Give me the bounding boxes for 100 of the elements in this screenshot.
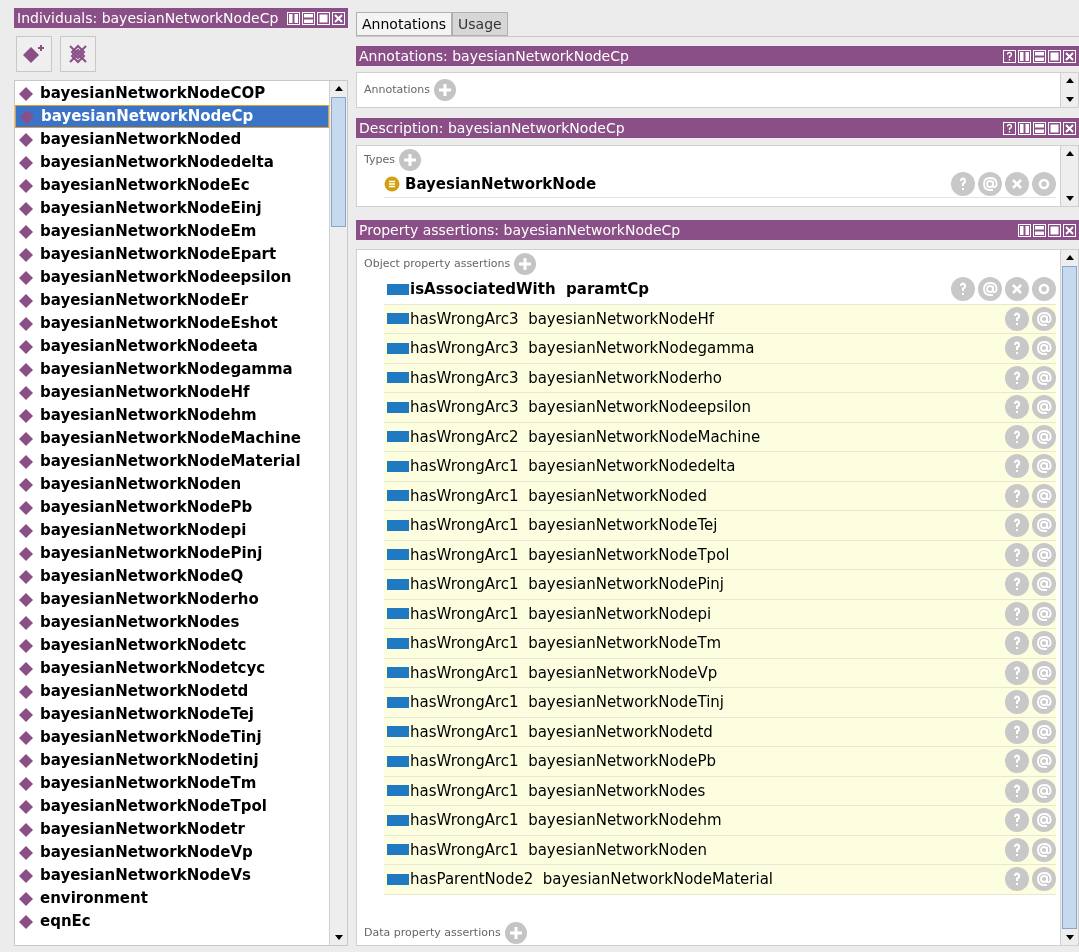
individual-item[interactable]: bayesianNetworkNodeTpol [15,795,329,818]
assertion-row[interactable]: hasWrongArc3 bayesianNetworkNodegamma [384,334,1056,364]
assertion-row[interactable]: hasParentNode2 bayesianNetworkNodeMaterial [384,865,1056,895]
split-horizontal-icon[interactable] [1033,49,1046,63]
add-individual-button[interactable] [16,36,52,72]
individual-item[interactable]: bayesianNetworkNodeTm [15,772,329,795]
assertion-row[interactable]: hasWrongArc1 bayesianNetworkNodepi [384,599,1056,629]
individual-item[interactable]: bayesianNetworkNodetinj [15,749,329,772]
help-icon[interactable] [1003,49,1016,63]
individual-item[interactable]: bayesianNetworkNodePinj [15,542,329,565]
individual-item[interactable]: bayesianNetworkNodeCOP [15,82,329,105]
individual-item[interactable]: bayesianNetworkNodeEpart [15,243,329,266]
scrollbar[interactable] [1060,146,1078,206]
maximize-icon[interactable] [1048,223,1061,237]
delete-icon[interactable] [1005,172,1029,196]
maximize-icon[interactable] [1048,49,1061,63]
individual-item[interactable]: eqnEc [15,910,329,933]
split-horizontal-icon[interactable] [1033,121,1046,135]
scrollbar[interactable] [1060,250,1078,945]
split-vertical-icon[interactable] [287,11,300,25]
tab[interactable]: Usage [452,12,508,36]
assertion-row[interactable]: hasWrongArc1 bayesianNetworkNodeTinj [384,688,1056,718]
annotate-icon[interactable] [1032,306,1056,331]
individual-item[interactable]: environment [15,887,329,910]
individual-item[interactable]: bayesianNetworkNodePb [15,496,329,519]
individual-item[interactable]: bayesianNetworkNodetcyc [15,657,329,680]
split-vertical-icon[interactable] [1018,49,1031,63]
assertion-row[interactable]: hasWrongArc1 bayesianNetworkNodeTm [384,629,1056,659]
individual-item[interactable]: bayesianNetworkNoderho [15,588,329,611]
individual-item[interactable]: bayesianNetworkNodepi [15,519,329,542]
split-horizontal-icon[interactable] [1033,223,1046,237]
individual-item[interactable]: bayesianNetworkNodetd [15,680,329,703]
assertion-row[interactable]: hasWrongArc1 bayesianNetworkNodes [384,776,1056,806]
annotate-icon[interactable] [1032,778,1056,803]
individual-item[interactable]: bayesianNetworkNodeHf [15,381,329,404]
close-icon[interactable] [332,11,345,25]
assertion-row[interactable]: hasWrongArc3 bayesianNetworkNodeHf [384,304,1056,334]
scroll-thumb[interactable] [331,97,346,227]
annotate-icon[interactable] [1032,395,1056,420]
edit-icon[interactable] [1032,277,1056,302]
assertion-row[interactable]: hasWrongArc1 bayesianNetworkNodePb [384,747,1056,777]
individual-item[interactable]: bayesianNetworkNodeVp [15,841,329,864]
assertion-row[interactable]: hasWrongArc3 bayesianNetworkNodeepsilon [384,393,1056,423]
individual-item[interactable]: bayesianNetworkNodehm [15,404,329,427]
individual-item[interactable]: bayesianNetworkNodeMachine [15,427,329,450]
split-vertical-icon[interactable] [1018,223,1031,237]
individual-item[interactable]: bayesianNetworkNodeepsilon [15,266,329,289]
add-icon[interactable] [504,922,527,944]
annotate-icon[interactable] [1032,572,1056,597]
split-vertical-icon[interactable] [1018,121,1031,135]
annotate-icon[interactable] [1032,513,1056,538]
individual-item[interactable]: bayesianNetworkNodeCp [15,105,329,128]
annotate-icon[interactable] [1032,808,1056,833]
assertion-row[interactable]: hasWrongArc1 bayesianNetworkNodeTpol [384,540,1056,570]
split-horizontal-icon[interactable] [302,11,315,25]
annotate-icon[interactable] [1032,749,1056,774]
annotate-icon[interactable] [1032,365,1056,390]
assertion-row[interactable]: hasWrongArc1 bayesianNetworkNoden [384,835,1056,865]
assertion-row[interactable]: hasWrongArc3 bayesianNetworkNoderho [384,363,1056,393]
assertion-row[interactable]: hasWrongArc1 bayesianNetworkNodetd [384,717,1056,747]
annotate-icon[interactable] [1032,454,1056,479]
delete-icon[interactable] [1005,277,1029,302]
individual-item[interactable]: bayesianNetworkNoded [15,128,329,151]
annotate-icon[interactable] [1032,424,1056,449]
annotate-icon[interactable] [978,172,1002,196]
delete-individual-button[interactable] [60,36,96,72]
annotate-icon[interactable] [1032,631,1056,656]
individual-item[interactable]: bayesianNetworkNodeeta [15,335,329,358]
individual-item[interactable]: bayesianNetworkNodeVs [15,864,329,887]
add-icon[interactable] [434,79,457,101]
individual-item[interactable]: bayesianNetworkNodeEr [15,289,329,312]
assertion-row[interactable]: hasWrongArc1 bayesianNetworkNodePinj [384,570,1056,600]
assertion-row[interactable]: hasWrongArc1 bayesianNetworkNodehm [384,806,1056,836]
individual-item[interactable]: bayesianNetworkNodeTinj [15,726,329,749]
individual-item[interactable]: bayesianNetworkNodes [15,611,329,634]
annotate-icon[interactable] [1032,483,1056,508]
close-icon[interactable] [1063,223,1076,237]
close-icon[interactable] [1063,49,1076,63]
individual-item[interactable]: bayesianNetworkNodedelta [15,151,329,174]
individual-item[interactable]: bayesianNetworkNodetc [15,634,329,657]
assertion-row[interactable]: hasWrongArc2 bayesianNetworkNodeMachine [384,422,1056,452]
maximize-icon[interactable] [317,11,330,25]
assertion-row[interactable]: hasWrongArc1 bayesianNetworkNodeVp [384,658,1056,688]
add-icon[interactable] [399,149,421,171]
scroll-thumb[interactable] [1062,266,1077,929]
annotate-icon[interactable] [1032,837,1056,862]
annotate-icon[interactable] [1032,542,1056,567]
maximize-icon[interactable] [1048,121,1061,135]
scrollbar[interactable] [329,81,347,945]
add-icon[interactable] [514,253,537,275]
help-icon[interactable] [1003,121,1016,135]
annotate-icon[interactable] [1032,336,1056,361]
assertion-row[interactable]: hasWrongArc1 bayesianNetworkNoded [384,481,1056,511]
individual-item[interactable]: bayesianNetworkNodeEinj [15,197,329,220]
individual-item[interactable]: bayesianNetworkNodeMaterial [15,450,329,473]
individual-item[interactable]: bayesianNetworkNodeEc [15,174,329,197]
annotate-icon[interactable] [1032,867,1056,892]
type-name[interactable]: BayesianNetworkNode [405,172,597,196]
individual-item[interactable]: bayesianNetworkNodeEshot [15,312,329,335]
individual-item[interactable]: bayesianNetworkNodeQ [15,565,329,588]
